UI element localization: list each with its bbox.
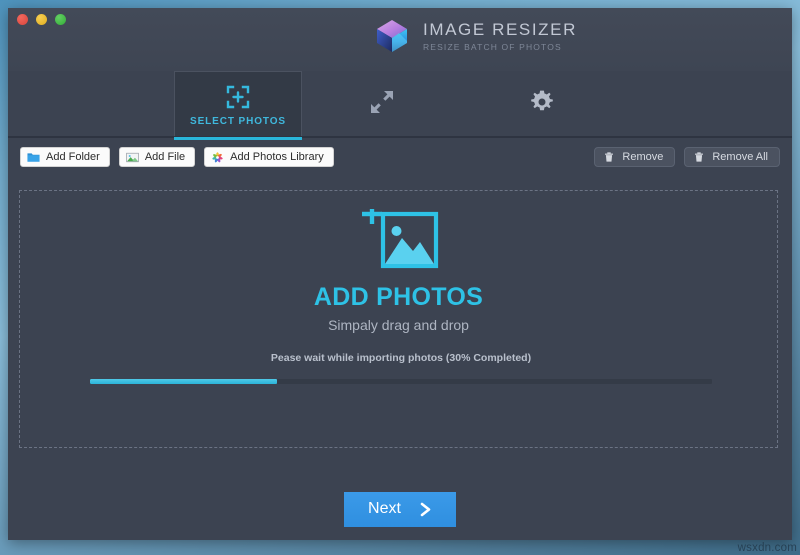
tab-settings[interactable] — [462, 71, 622, 138]
watermark: wsxdn.com — [737, 542, 797, 554]
add-photos-subtitle: Simpaly drag and drop — [328, 317, 469, 333]
select-photos-icon — [225, 84, 251, 110]
zoom-button[interactable] — [55, 14, 66, 25]
add-photos-library-button[interactable]: Add Photos Library — [204, 147, 334, 167]
application-window: IMAGE RESIZER RESIZE BATCH OF PHOTOS SEL… — [8, 8, 792, 540]
remove-all-label: Remove All — [712, 151, 768, 163]
app-branding: IMAGE RESIZER RESIZE BATCH OF PHOTOS — [373, 17, 577, 55]
tab-bar: SELECT PHOTOS — [8, 71, 792, 140]
window-titlebar: IMAGE RESIZER RESIZE BATCH OF PHOTOS — [8, 8, 792, 71]
remove-button[interactable]: Remove — [594, 147, 676, 167]
add-photos-library-label: Add Photos Library — [230, 151, 324, 163]
tab-resize[interactable] — [302, 71, 462, 138]
main-content: ADD PHOTOS Simpaly drag and drop Pease w… — [8, 176, 792, 478]
toolbar-left-group: Add Folder Add File Add Photos Library — [20, 147, 334, 167]
import-progress-label: Pease wait while importing photos (30% C… — [270, 352, 532, 364]
folder-icon — [27, 151, 40, 164]
trash-icon — [603, 151, 616, 164]
add-photos-placeholder-icon — [358, 204, 440, 271]
tab-select-photos[interactable]: SELECT PHOTOS — [174, 71, 302, 140]
gear-icon — [529, 89, 555, 115]
trash-icon — [693, 151, 706, 164]
resize-arrows-icon — [369, 89, 395, 115]
photo-dropzone[interactable]: ADD PHOTOS Simpaly drag and drop Pease w… — [19, 190, 778, 448]
footer-bar: Next — [8, 478, 792, 540]
remove-label: Remove — [622, 151, 664, 163]
import-progress-track — [90, 379, 712, 384]
remove-all-button[interactable]: Remove All — [684, 147, 780, 167]
add-file-label: Add File — [144, 151, 186, 163]
import-progress: Pease wait while importing photos (30% C… — [90, 352, 712, 384]
photos-pinwheel-icon — [211, 151, 224, 164]
window-controls — [17, 14, 66, 25]
action-toolbar: Add Folder Add File Add Photos Library R… — [8, 138, 792, 176]
add-folder-button[interactable]: Add Folder — [20, 147, 110, 167]
app-subtitle: RESIZE BATCH OF PHOTOS — [423, 41, 562, 52]
add-folder-label: Add Folder — [46, 151, 100, 163]
add-photos-title: ADD PHOTOS — [313, 283, 484, 311]
chevron-right-icon — [419, 502, 432, 517]
next-button[interactable]: Next — [344, 491, 456, 527]
close-button[interactable] — [17, 14, 28, 25]
add-file-button[interactable]: Add File — [118, 147, 196, 167]
app-title: IMAGE RESIZER — [423, 19, 577, 39]
tab-select-photos-label: SELECT PHOTOS — [190, 115, 286, 127]
picture-icon — [125, 151, 139, 164]
minimize-button[interactable] — [36, 14, 47, 25]
import-progress-fill — [90, 379, 277, 384]
image-resizer-logo-icon — [373, 17, 411, 55]
next-button-label: Next — [368, 500, 401, 517]
toolbar-right-group: Remove Remove All — [594, 147, 780, 167]
